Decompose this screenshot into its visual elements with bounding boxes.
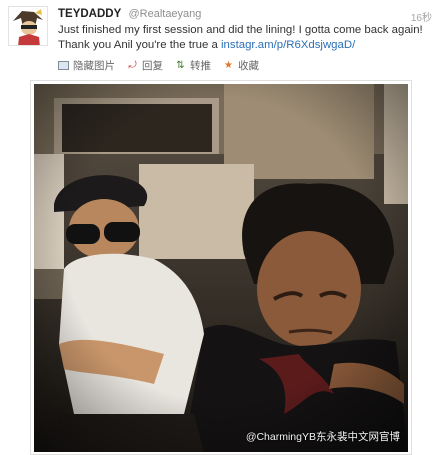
avatar-image	[9, 7, 47, 45]
reply-icon: ⤾	[128, 60, 137, 71]
hide-image-label: 隐藏图片	[73, 60, 115, 72]
retweet-icon: ⇅	[176, 60, 185, 71]
favorite-action[interactable]: ★ 收藏	[223, 58, 259, 73]
retweet-action[interactable]: ⇅ 转推	[175, 58, 211, 73]
tweet-photo[interactable]: @CharmingYB东永裴中文网官博	[34, 84, 408, 452]
avatar[interactable]	[8, 6, 48, 46]
instagram-link[interactable]: instagr.am/p/R6XdsjwgaD/	[221, 39, 355, 51]
tweet-actions: 隐藏图片 ⤾ 回复 ⇅ 转推 ★ 收藏	[58, 58, 271, 73]
reply-label: 回复	[142, 60, 163, 72]
tweet-header: TEYDADDY @Realtaeyang 16秒 Just finished …	[8, 6, 432, 78]
tweet-text: Just finished my first session and did t…	[58, 23, 428, 53]
hide-image-action[interactable]: 隐藏图片	[58, 58, 115, 73]
name-line: TEYDADDY @Realtaeyang	[58, 8, 201, 20]
photo-icon	[58, 61, 69, 70]
favorite-icon: ★	[224, 60, 233, 71]
user-handle[interactable]: @Realtaeyang	[128, 8, 201, 20]
photo-frame: @CharmingYB东永裴中文网官博	[30, 80, 412, 455]
photo-illustration	[34, 84, 408, 452]
tweet-timestamp[interactable]: 16秒	[411, 9, 432, 24]
reply-action[interactable]: ⤾ 回复	[127, 58, 163, 73]
retweet-label: 转推	[190, 60, 211, 72]
photo-watermark: @CharmingYB东永裴中文网官博	[245, 431, 400, 443]
favorite-label: 收藏	[238, 60, 259, 72]
display-name[interactable]: TEYDADDY	[58, 8, 121, 20]
